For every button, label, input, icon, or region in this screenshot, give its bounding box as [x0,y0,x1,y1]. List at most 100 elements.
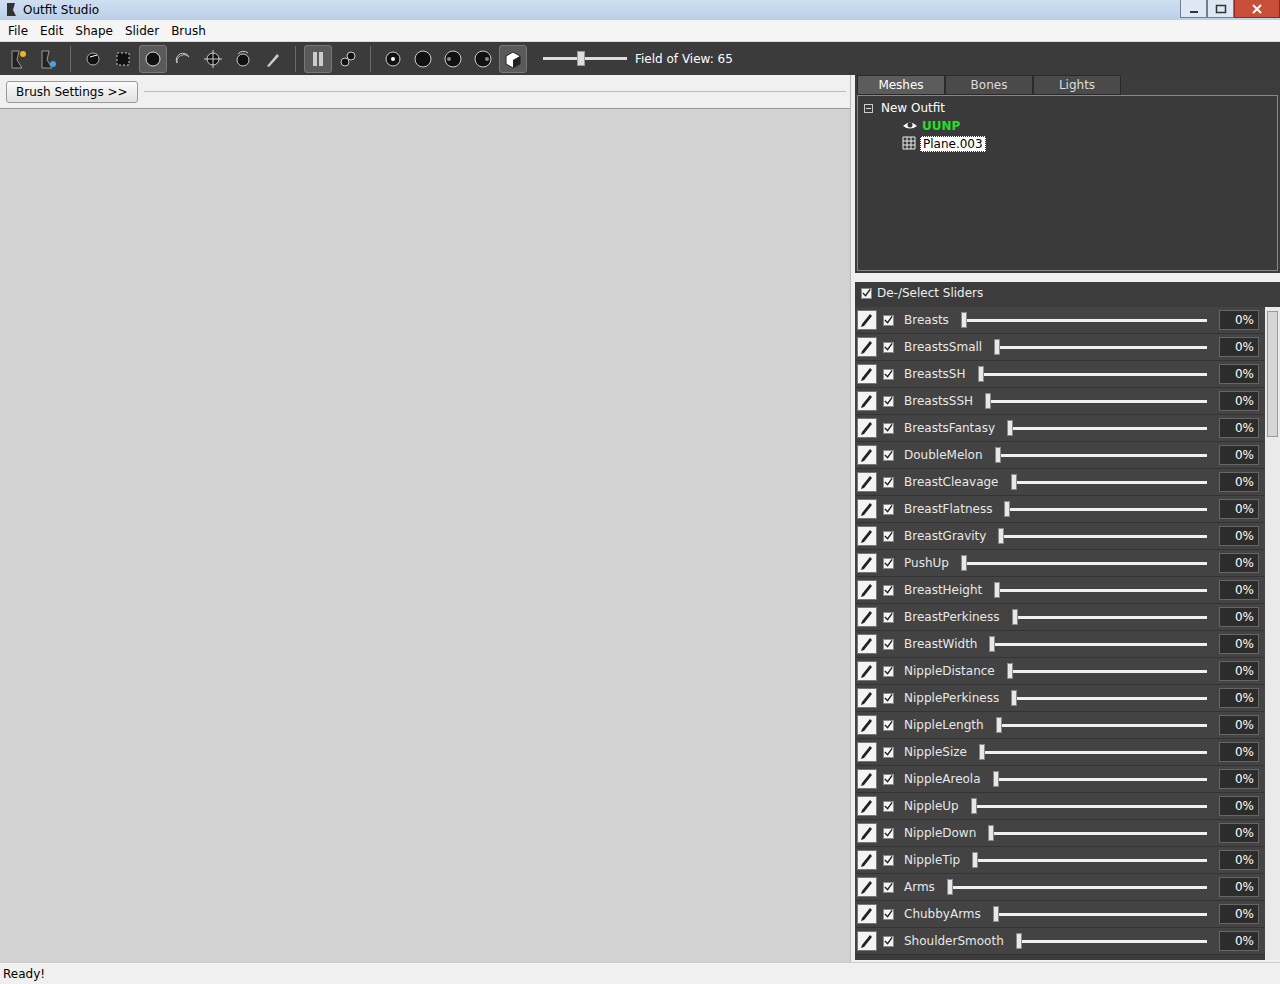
slider-track[interactable] [995,454,1207,457]
slider-track[interactable] [1016,940,1207,943]
slider-checkbox[interactable] [883,639,894,650]
slider-value[interactable]: 0% [1219,661,1259,681]
tool-3-icon[interactable] [109,45,137,73]
slider-thumb[interactable] [1007,663,1013,679]
slider-checkbox[interactable] [883,531,894,542]
tool-0-icon[interactable] [4,45,32,73]
minimize-icon[interactable] [1180,0,1207,18]
pencil-icon[interactable] [857,391,877,411]
pencil-icon[interactable] [857,607,877,627]
pencil-icon[interactable] [857,715,877,735]
slider-thumb[interactable] [988,825,994,841]
slider-track[interactable] [1007,670,1207,673]
pencil-icon[interactable] [857,337,877,357]
slider-value[interactable]: 0% [1219,931,1259,951]
slider-track[interactable] [1004,508,1207,511]
slider-checkbox[interactable] [883,747,894,758]
tab[interactable]: Lights [1033,75,1121,95]
slider-value[interactable]: 0% [1219,391,1259,411]
slider-thumb[interactable] [994,339,1000,355]
slider-value[interactable]: 0% [1219,877,1259,897]
brush-settings-button[interactable]: Brush Settings >> [6,81,138,103]
tool-7-icon[interactable] [229,45,257,73]
slider-value[interactable]: 0% [1219,850,1259,870]
slider-thumb[interactable] [1016,933,1022,949]
pencil-icon[interactable] [857,553,877,573]
pencil-icon[interactable] [857,526,877,546]
slider-thumb[interactable] [1011,690,1017,706]
slider-value[interactable]: 0% [1219,796,1259,816]
tool-2-icon[interactable] [79,45,107,73]
pencil-icon[interactable] [857,499,877,519]
menu-item[interactable]: Brush [165,22,212,40]
menu-item[interactable]: Shape [69,22,119,40]
pencil-icon[interactable] [857,796,877,816]
slider-value[interactable]: 0% [1219,904,1259,924]
slider-value[interactable]: 0% [1219,499,1259,519]
slider-track[interactable] [985,400,1207,403]
pencil-icon[interactable] [857,310,877,330]
slider-checkbox[interactable] [883,423,894,434]
slider-checkbox[interactable] [883,369,894,380]
slider-checkbox[interactable] [883,396,894,407]
slider-thumb[interactable] [961,555,967,571]
slider-checkbox[interactable] [883,558,894,569]
tool-4-icon[interactable] [139,45,167,73]
tool-14-icon[interactable] [469,45,497,73]
mesh-grid-icon[interactable] [902,136,916,153]
slider-value[interactable]: 0% [1219,715,1259,735]
slider-track[interactable] [1011,697,1207,700]
tool-1-icon[interactable] [34,45,62,73]
tab[interactable]: Meshes [857,75,945,95]
slider-checkbox[interactable] [883,477,894,488]
scrollbar[interactable] [1265,307,1280,960]
pencil-icon[interactable] [857,580,877,600]
pencil-icon[interactable] [857,931,877,951]
fov-slider-thumb[interactable] [577,51,585,66]
expander-icon[interactable] [864,104,873,113]
slider-thumb[interactable] [1012,609,1018,625]
slider-track[interactable] [947,886,1207,889]
slider-value[interactable]: 0% [1219,364,1259,384]
slider-value[interactable]: 0% [1219,742,1259,762]
slider-thumb[interactable] [979,744,985,760]
slider-thumb[interactable] [947,879,953,895]
slider-track[interactable] [996,724,1207,727]
pencil-icon[interactable] [857,661,877,681]
slider-thumb[interactable] [993,906,999,922]
select-all-checkbox[interactable] [861,288,872,299]
tool-13-icon[interactable] [439,45,467,73]
slider-checkbox[interactable] [883,693,894,704]
slider-track[interactable] [993,778,1207,781]
slider-value[interactable]: 0% [1219,445,1259,465]
slider-checkbox[interactable] [883,801,894,812]
slider-thumb[interactable] [998,528,1004,544]
pencil-icon[interactable] [857,769,877,789]
slider-track[interactable] [998,535,1207,538]
pencil-icon[interactable] [857,850,877,870]
menu-item[interactable]: Edit [34,22,69,40]
slider-track[interactable] [961,562,1207,565]
maximize-icon[interactable] [1207,0,1234,18]
slider-thumb[interactable] [971,798,977,814]
slider-thumb[interactable] [995,447,1001,463]
slider-thumb[interactable] [978,366,984,382]
slider-checkbox[interactable] [883,450,894,461]
pencil-icon[interactable] [857,418,877,438]
viewport-render[interactable] [0,108,850,962]
fov-slider[interactable] [543,57,627,60]
close-icon[interactable] [1234,0,1280,18]
slider-thumb[interactable] [993,771,999,787]
slider-checkbox[interactable] [883,882,894,893]
menu-item[interactable]: File [2,22,34,40]
slider-value[interactable]: 0% [1219,472,1259,492]
menu-item[interactable]: Slider [119,22,165,40]
tree-item[interactable]: UUNP [864,117,1271,135]
tool-10-icon[interactable] [334,45,362,73]
tree-root[interactable]: New Outfit [864,99,1271,117]
slider-checkbox[interactable] [883,585,894,596]
slider-checkbox[interactable] [883,774,894,785]
pencil-icon[interactable] [857,742,877,762]
slider-thumb[interactable] [1004,501,1010,517]
slider-track[interactable] [993,913,1207,916]
